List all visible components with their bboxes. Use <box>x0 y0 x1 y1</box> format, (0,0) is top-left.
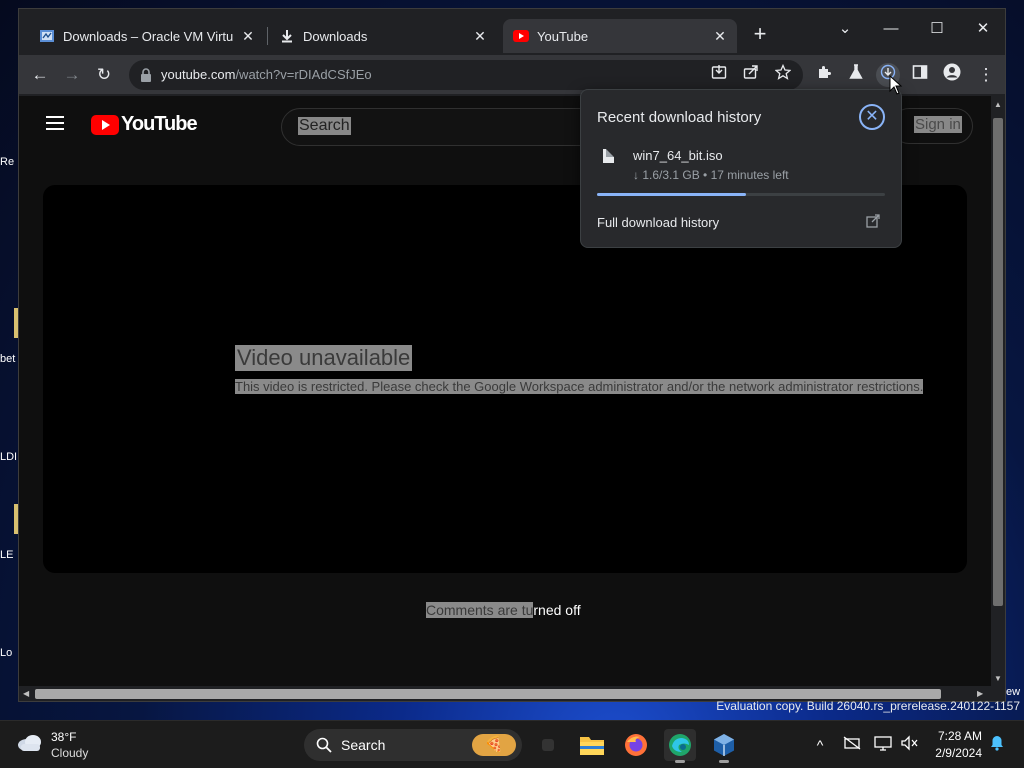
search-placeholder: Search <box>298 117 351 135</box>
url-text: youtube.com/watch?v=rDIAdCSfJEo <box>161 67 372 82</box>
install-app-icon[interactable] <box>708 64 730 86</box>
browser-menu-button[interactable]: ⋮ <box>974 63 998 87</box>
profile-avatar-icon[interactable] <box>940 63 964 87</box>
close-panel-button[interactable]: ✕ <box>859 104 885 130</box>
search-icon <box>316 737 332 753</box>
video-unavailable-title: Video unavailable <box>235 345 413 371</box>
download-progress-fill <box>597 193 746 196</box>
firefox-icon[interactable] <box>620 729 652 761</box>
download-history-panel: Recent download history ✕ win7_64_bit.is… <box>580 89 902 248</box>
full-download-history-link[interactable]: Full download history <box>597 215 719 230</box>
tab-label: YouTube <box>537 28 589 44</box>
pizza-highlight-icon: 🍕 <box>472 734 516 756</box>
active-app-indicator <box>675 760 685 763</box>
open-in-new-tab-icon[interactable] <box>866 214 880 228</box>
youtube-play-icon <box>91 114 119 135</box>
weather-condition[interactable]: Cloudy <box>51 746 88 760</box>
display-icon[interactable] <box>873 735 893 755</box>
scroll-left-arrow-icon[interactable]: ◀ <box>23 689 29 698</box>
volume-muted-icon[interactable] <box>899 735 919 755</box>
sign-in-label: Sign in <box>914 116 962 133</box>
download-filename[interactable]: win7_64_bit.iso <box>633 148 723 163</box>
address-bar[interactable]: youtube.com/watch?v=rDIAdCSfJEo <box>129 60 803 90</box>
back-button[interactable]: ← <box>28 63 52 87</box>
tab-divider <box>267 27 268 45</box>
download-progress-bar <box>597 193 885 196</box>
scroll-up-arrow-icon[interactable]: ▲ <box>994 100 1002 109</box>
network-offline-icon[interactable] <box>842 735 862 755</box>
taskbar: 38°F Cloudy Search 🍕 ^ 7:28 AM 2/9/2024 <box>0 720 1024 768</box>
file-explorer-icon[interactable] <box>576 729 608 761</box>
youtube-search-input[interactable]: Search <box>281 108 621 146</box>
download-icon <box>279 28 295 44</box>
taskbar-app-dim[interactable] <box>532 729 564 761</box>
virtualbox-favicon-icon <box>39 28 55 44</box>
desktop-icon-label[interactable]: ew <box>1006 686 1024 698</box>
tab-search-chevron-icon[interactable]: ⌄ <box>830 17 860 41</box>
tab-label: Downloads – Oracle VM VirtualBox <box>63 28 233 44</box>
tab-virtualbox-downloads[interactable]: Downloads – Oracle VM VirtualBox ✕ <box>29 19 265 53</box>
notification-bell-icon[interactable] <box>987 735 1007 755</box>
desktop-icon-label[interactable]: bet <box>0 353 18 365</box>
comments-off-notice: Comments are turned off <box>426 602 581 618</box>
mouse-cursor-icon <box>889 75 903 95</box>
url-host: youtube.com <box>161 67 236 82</box>
lock-icon <box>141 68 151 82</box>
tab-youtube[interactable]: YouTube ✕ <box>503 19 737 53</box>
comments-rest-text: rned off <box>533 602 581 618</box>
file-icon <box>603 149 614 163</box>
url-path: /watch?v=rDIAdCSfJEo <box>235 67 372 82</box>
tray-overflow-chevron-icon[interactable]: ^ <box>810 735 830 755</box>
tab-strip: Downloads – Oracle VM VirtualBox ✕ Downl… <box>19 9 1005 55</box>
extensions-puzzle-icon[interactable] <box>812 63 836 87</box>
reload-button[interactable]: ↻ <box>92 63 116 87</box>
evaluation-watermark: Evaluation copy. Build 26040.rs_prerelea… <box>716 699 1020 713</box>
download-status: ↓ 1.6/3.1 GB • 17 minutes left <box>633 168 789 182</box>
share-icon[interactable] <box>740 64 762 86</box>
side-panel-icon[interactable] <box>908 63 932 87</box>
tab-close-icon[interactable]: ✕ <box>471 27 489 45</box>
open-app-indicator <box>719 760 729 763</box>
virtualbox-icon[interactable] <box>708 729 740 763</box>
clock-date[interactable]: 2/9/2024 <box>926 746 982 760</box>
video-restricted-text: This video is restricted. Please check t… <box>235 379 924 394</box>
tab-downloads[interactable]: Downloads ✕ <box>269 19 497 53</box>
desktop-icon-label[interactable]: Re <box>0 156 18 168</box>
new-tab-button[interactable]: + <box>749 23 771 46</box>
clock-time[interactable]: 7:28 AM <box>926 729 982 743</box>
scroll-right-arrow-icon[interactable]: ▶ <box>977 689 983 698</box>
labs-flask-icon[interactable] <box>844 63 868 87</box>
hamburger-menu-icon[interactable] <box>46 116 64 130</box>
tab-label: Downloads <box>303 28 368 44</box>
minimize-button[interactable]: — <box>876 17 906 41</box>
desktop-icon-label[interactable]: LE <box>0 549 18 561</box>
youtube-logo[interactable]: YouTube <box>91 113 198 136</box>
forward-button[interactable]: → <box>60 63 84 87</box>
download-panel-title: Recent download history <box>597 109 762 126</box>
comments-selected-text: Comments are tu <box>426 602 534 618</box>
maximize-button[interactable]: ☐ <box>922 17 952 41</box>
bookmark-star-icon[interactable] <box>772 63 794 86</box>
youtube-logo-text: YouTube <box>121 113 198 135</box>
youtube-favicon-icon <box>513 28 529 44</box>
horizontal-scroll-thumb[interactable] <box>35 689 941 699</box>
desktop-icon[interactable] <box>0 504 18 534</box>
close-window-button[interactable]: ✕ <box>968 17 998 41</box>
sign-in-button[interactable]: Sign in <box>891 108 973 144</box>
edge-browser-icon[interactable] <box>664 729 696 763</box>
taskbar-search-box[interactable]: Search 🍕 <box>304 729 522 761</box>
scroll-down-arrow-icon[interactable]: ▼ <box>994 674 1002 683</box>
weather-temperature[interactable]: 38°F <box>51 730 76 744</box>
vertical-scrollbar[interactable]: ▲ ▼ <box>991 96 1005 686</box>
tab-close-icon[interactable]: ✕ <box>711 27 729 45</box>
desktop-icon[interactable] <box>0 308 18 338</box>
taskbar-search-label: Search <box>341 737 386 753</box>
vertical-scroll-thumb[interactable] <box>993 118 1003 606</box>
desktop-icon-label[interactable]: Lo <box>0 647 18 659</box>
tab-close-icon[interactable]: ✕ <box>239 27 257 45</box>
cloud-weather-icon[interactable] <box>16 733 44 753</box>
video-restricted-message: This video is restricted. Please check t… <box>235 377 935 397</box>
desktop-icon-label[interactable]: LDI <box>0 451 18 463</box>
